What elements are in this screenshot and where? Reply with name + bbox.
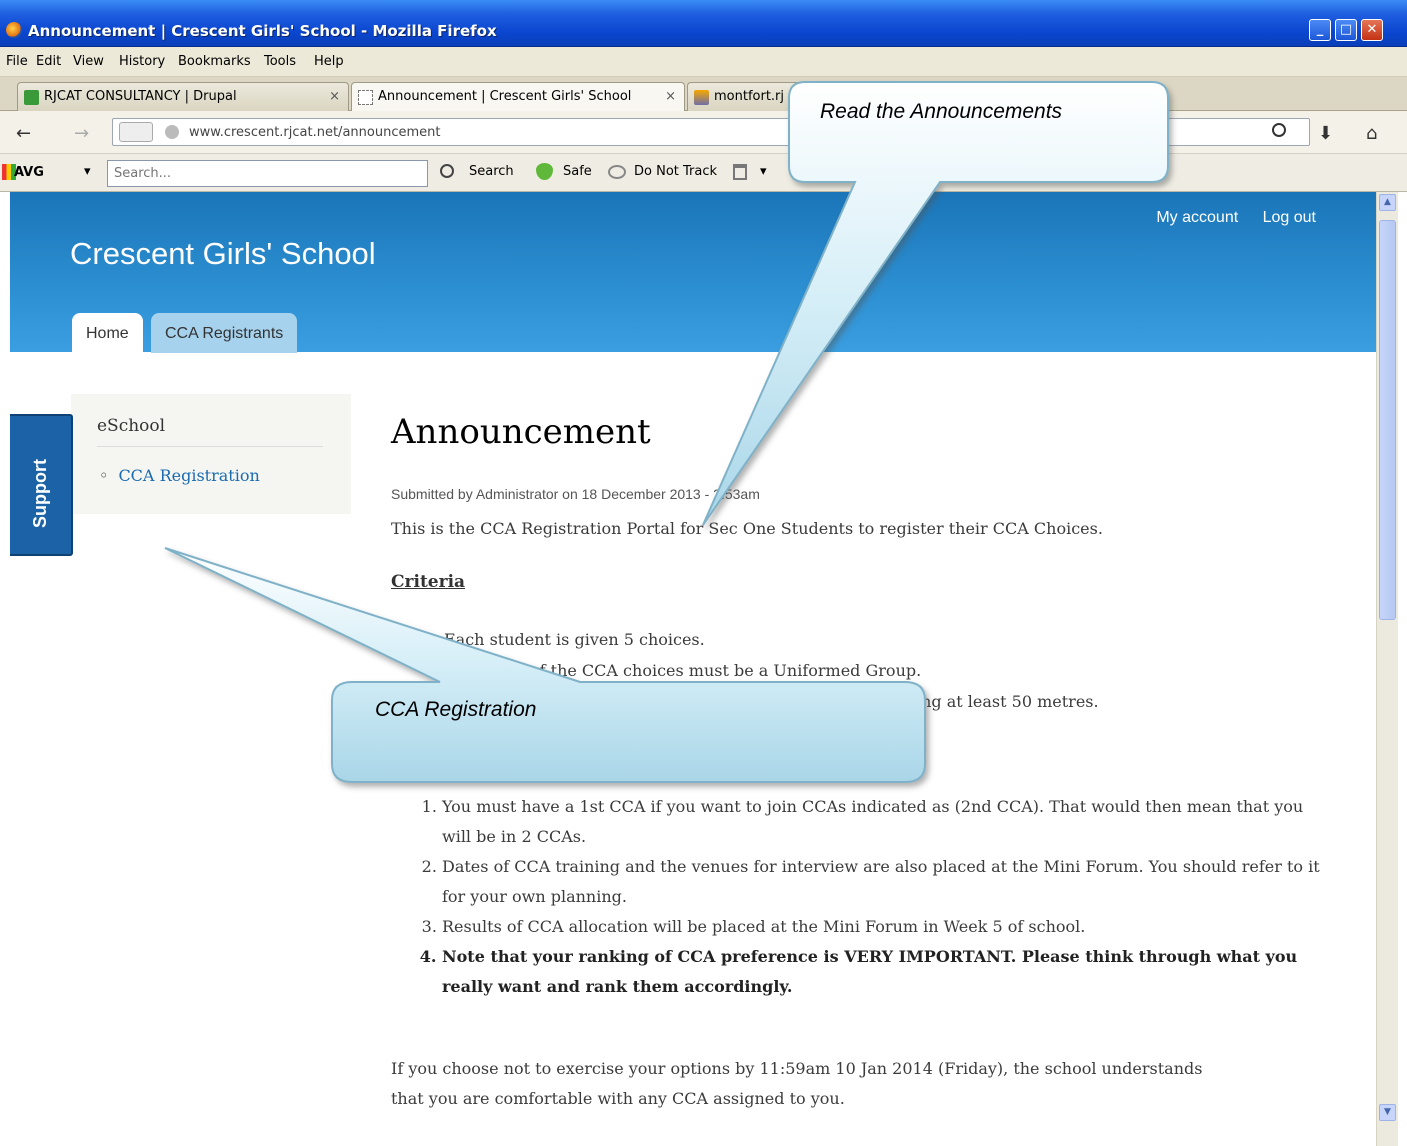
close-tab-icon[interactable]: × — [665, 89, 676, 104]
tab-rjcat[interactable]: RJCAT CONSULTANCY | Drupal × — [17, 82, 349, 111]
navigation-bar: ← → www.crescent.rjcat.net/announcement … — [0, 111, 1407, 154]
avg-search-field[interactable] — [108, 161, 427, 186]
my-account-link[interactable]: My account — [1156, 209, 1238, 226]
note-item-important: Note that your ranking of CCA preference… — [442, 942, 1332, 1002]
forward-arrow-icon[interactable]: → — [74, 123, 89, 144]
menu-tools[interactable]: Tools — [264, 54, 296, 69]
tab-label: RJCAT CONSULTANCY | Drupal — [44, 89, 237, 104]
address-bar[interactable]: www.crescent.rjcat.net/announcement — [112, 118, 1310, 146]
log-out-link[interactable]: Log out — [1263, 209, 1316, 226]
menu-file[interactable]: File — [6, 54, 28, 69]
note-item: Dates of CCA training and the venues for… — [442, 852, 1332, 912]
scroll-up-arrow-icon[interactable]: ▲ — [1379, 194, 1396, 211]
menu-bar: File Edit View History Bookmarks Tools H… — [0, 47, 1407, 77]
sidebar-title: eSchool — [97, 416, 166, 436]
firefox-icon — [6, 22, 22, 38]
avg-search-input[interactable] — [107, 160, 428, 187]
callout-top-text: Read the Announcements — [820, 100, 1063, 123]
tab-home[interactable]: Home — [72, 313, 143, 353]
url-text[interactable]: www.crescent.rjcat.net/announcement — [189, 125, 440, 140]
tab-label: Announcement | Crescent Girls' School — [378, 89, 632, 104]
support-tab[interactable]: Support — [10, 414, 73, 556]
page-title: Announcement — [391, 412, 651, 452]
notes-list: You must have a 1st CCA if you want to j… — [412, 792, 1332, 1002]
shield-icon — [536, 163, 553, 180]
vertical-scrollbar[interactable]: ▲ ▼ — [1376, 192, 1398, 1146]
phpmyadmin-favicon-icon — [694, 90, 709, 105]
rjcat-favicon-icon — [24, 90, 39, 105]
menu-edit[interactable]: Edit — [36, 54, 61, 69]
trash-icon[interactable] — [733, 164, 747, 180]
tab-announcement[interactable]: Announcement | Crescent Girls' School × — [351, 82, 685, 111]
trash-dropdown-icon[interactable]: ▾ — [760, 164, 767, 179]
avg-logo[interactable]: AVG — [14, 165, 44, 180]
note-item: Results of CCA allocation will be placed… — [442, 912, 1332, 942]
menu-bookmarks[interactable]: Bookmarks — [178, 54, 251, 69]
menu-view[interactable]: View — [73, 54, 104, 69]
avg-dropdown-icon[interactable]: ▾ — [84, 164, 91, 179]
criteria-item: Each student is given 5 choices. — [444, 630, 705, 649]
site-name[interactable]: Crescent Girls' School — [70, 236, 376, 272]
criteria-item: ing at least 50 metres. — [916, 692, 1099, 711]
submitted-info: Submitted by Administrator on 18 Decembe… — [391, 486, 760, 502]
page-viewport: Crescent Girls' School My account Log ou… — [10, 192, 1376, 1146]
download-icon[interactable]: ⬇ — [1318, 123, 1333, 144]
globe-icon — [165, 125, 179, 139]
tab-bar: RJCAT CONSULTANCY | Drupal × Announcemen… — [0, 77, 1407, 111]
magnifier-icon — [440, 164, 454, 178]
menu-history[interactable]: History — [119, 54, 165, 69]
home-icon[interactable]: ⌂ — [1366, 123, 1377, 144]
back-arrow-icon[interactable]: ← — [16, 123, 31, 144]
sidebar-divider — [97, 446, 323, 447]
identity-key-icon[interactable] — [119, 122, 153, 142]
sidebar-item-cca-registration[interactable]: CCA Registration — [99, 466, 259, 485]
scroll-down-arrow-icon[interactable]: ▼ — [1379, 1104, 1396, 1121]
maximize-button[interactable]: □ — [1335, 19, 1357, 41]
search-go-icon[interactable] — [1272, 123, 1286, 137]
support-label: Support — [30, 459, 50, 528]
notes-section: You must have a 1st CCA if you want to j… — [412, 792, 1332, 1002]
avg-search-button[interactable]: Search — [469, 164, 514, 179]
menu-help[interactable]: Help — [314, 54, 344, 69]
closing-text-line-2: that you are comfortable with any CCA as… — [391, 1089, 845, 1108]
note-item: You must have a 1st CCA if you want to j… — [442, 792, 1332, 852]
minimize-button[interactable]: _ — [1309, 19, 1331, 41]
eye-icon — [608, 165, 626, 179]
main-content: Announcement — [391, 412, 1331, 488]
site-header: Crescent Girls' School My account Log ou… — [10, 192, 1376, 353]
close-tab-icon[interactable]: × — [329, 89, 340, 104]
secondary-menu: My account Log out — [1136, 209, 1316, 227]
blank-page-icon — [358, 90, 373, 105]
intro-text: This is the CCA Registration Portal for … — [391, 519, 1103, 538]
window-title: Announcement | Crescent Girls' School - … — [28, 22, 497, 40]
avg-safe-label[interactable]: Safe — [563, 164, 592, 179]
criteria-item: of the CCA choices must be a Uniformed G… — [530, 661, 922, 680]
window-titlebar: Announcement | Crescent Girls' School - … — [0, 0, 1407, 47]
scroll-thumb[interactable] — [1379, 220, 1396, 620]
tab-montfort[interactable]: montfort.rj — [687, 82, 807, 111]
sidebar-block: eSchool CCA Registration — [71, 394, 351, 514]
avg-do-not-track[interactable]: Do Not Track — [634, 164, 717, 179]
criteria-heading: Criteria — [391, 572, 466, 592]
callout-bottom-text: CCA Registration — [375, 698, 537, 721]
avg-toolbar: AVG ▾ Search Safe Do Not Track ▾ — [0, 154, 1407, 192]
closing-text-line-1: If you choose not to exercise your optio… — [391, 1059, 1203, 1078]
tab-cca-registrants[interactable]: CCA Registrants — [151, 313, 298, 353]
close-button[interactable]: ✕ — [1361, 19, 1383, 41]
tab-label: montfort.rj — [714, 89, 785, 104]
criteria-list: Each student is given 5 choices. of the … — [444, 624, 1099, 717]
